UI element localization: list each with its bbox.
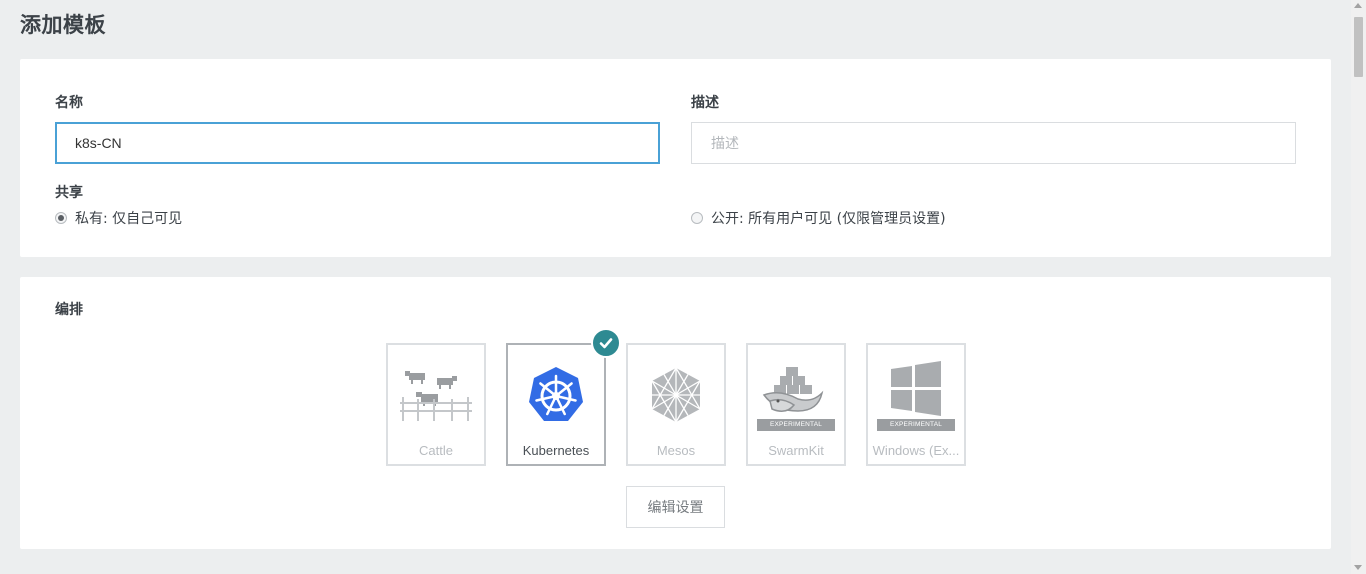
driver-mesos[interactable]: Mesos <box>626 343 726 466</box>
page-title: 添加模板 <box>20 13 106 37</box>
mesos-icon <box>628 361 724 429</box>
share-public-option[interactable]: 公开: 所有用户可见 (仅限管理员设置) <box>691 208 946 228</box>
scrollbar-thumb[interactable] <box>1354 17 1363 77</box>
driver-windows-label: Windows (Ex... <box>872 443 960 458</box>
driver-cattle-label: Cattle <box>419 443 453 458</box>
selected-check-icon <box>591 328 621 358</box>
driver-mesos-label: Mesos <box>656 443 696 458</box>
share-label: 共享 <box>55 185 83 201</box>
vertical-scrollbar[interactable] <box>1351 0 1366 574</box>
orchestration-card: 编排 Cattle Kubernetes Mesos EXPERIMENTAL … <box>20 277 1331 549</box>
driver-list: Cattle Kubernetes Mesos EXPERIMENTAL Swa… <box>386 328 966 466</box>
public-radio[interactable] <box>691 212 703 224</box>
driver-swarmkit-label: SwarmKit <box>768 443 824 458</box>
windows-experimental-tag: EXPERIMENTAL <box>877 419 955 431</box>
driver-windows[interactable]: EXPERIMENTAL Windows (Ex... <box>866 343 966 466</box>
scroll-down-arrow-icon[interactable] <box>1354 565 1362 570</box>
driver-cattle[interactable]: Cattle <box>386 343 486 466</box>
swarmkit-icon <box>748 355 844 423</box>
name-label: 名称 <box>55 95 83 111</box>
windows-icon <box>868 355 964 423</box>
orchestration-label: 编排 <box>55 302 83 318</box>
share-private-option[interactable]: 私有: 仅自己可见 <box>55 208 182 228</box>
public-radio-label: 公开: 所有用户可见 (仅限管理员设置) <box>711 211 946 227</box>
kubernetes-icon <box>508 361 604 429</box>
scroll-up-arrow-icon[interactable] <box>1354 3 1362 8</box>
template-info-card: 名称 描述 共享 私有: 仅自己可见 公开: 所有用户可见 (仅限管理员设置) <box>20 59 1331 257</box>
driver-swarmkit[interactable]: EXPERIMENTAL SwarmKit <box>746 343 846 466</box>
driver-kubernetes[interactable]: Kubernetes <box>506 328 621 466</box>
edit-settings-button[interactable]: 编辑设置 <box>626 486 725 528</box>
swarmkit-experimental-tag: EXPERIMENTAL <box>757 419 835 431</box>
private-radio[interactable] <box>55 212 67 224</box>
cattle-icon <box>388 361 484 429</box>
name-input[interactable] <box>55 122 660 164</box>
description-input[interactable] <box>691 122 1296 164</box>
private-radio-label: 私有: 仅自己可见 <box>75 211 183 227</box>
driver-kubernetes-label: Kubernetes <box>522 443 590 458</box>
description-label: 描述 <box>691 95 719 111</box>
